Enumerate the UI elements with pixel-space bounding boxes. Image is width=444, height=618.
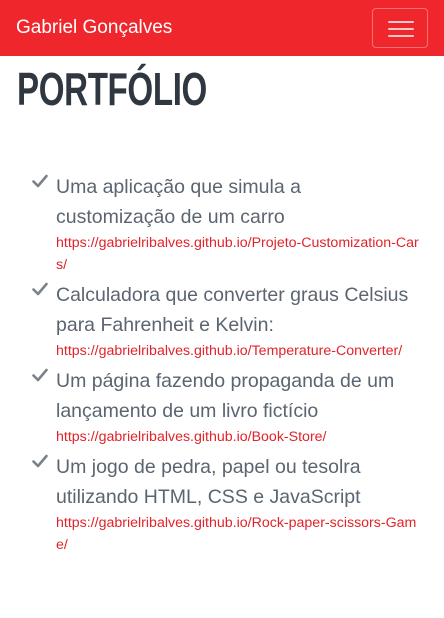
portfolio-item-link[interactable]: https://gabrielribalves.github.io/Book-S… bbox=[56, 426, 422, 448]
portfolio-item-description: Uma aplicação que simula a customização … bbox=[56, 176, 301, 228]
navbar-toggler-button[interactable] bbox=[372, 8, 428, 48]
check-icon bbox=[32, 368, 48, 382]
check-icon bbox=[32, 282, 48, 296]
page-title: PORTFÓLIO bbox=[17, 63, 207, 115]
portfolio-item: Um página fazendo propaganda de um lança… bbox=[32, 366, 422, 448]
portfolio-item-link[interactable]: https://gabrielribalves.github.io/Temper… bbox=[56, 340, 422, 362]
portfolio-item: Um jogo de pedra, papel ou tesolra utili… bbox=[32, 452, 422, 556]
brand-link[interactable]: Gabriel Gonçalves bbox=[16, 17, 172, 39]
portfolio-item: Calculadora que converter graus Celsius … bbox=[32, 280, 422, 362]
portfolio-item-description: Calculadora que converter graus Celsius … bbox=[56, 284, 409, 336]
check-icon bbox=[32, 454, 48, 468]
portfolio-list: Uma aplicação que simula a customização … bbox=[32, 172, 422, 560]
navbar: Gabriel Gonçalves bbox=[0, 0, 444, 56]
portfolio-item-description: Um jogo de pedra, papel ou tesolra utili… bbox=[56, 456, 361, 508]
portfolio-item-link[interactable]: https://gabrielribalves.github.io/Rock-p… bbox=[56, 512, 422, 556]
portfolio-item-link[interactable]: https://gabrielribalves.github.io/Projet… bbox=[56, 232, 422, 276]
portfolio-item-description: Um página fazendo propaganda de um lança… bbox=[56, 370, 395, 422]
portfolio-item: Uma aplicação que simula a customização … bbox=[32, 172, 422, 276]
check-icon bbox=[32, 174, 48, 188]
